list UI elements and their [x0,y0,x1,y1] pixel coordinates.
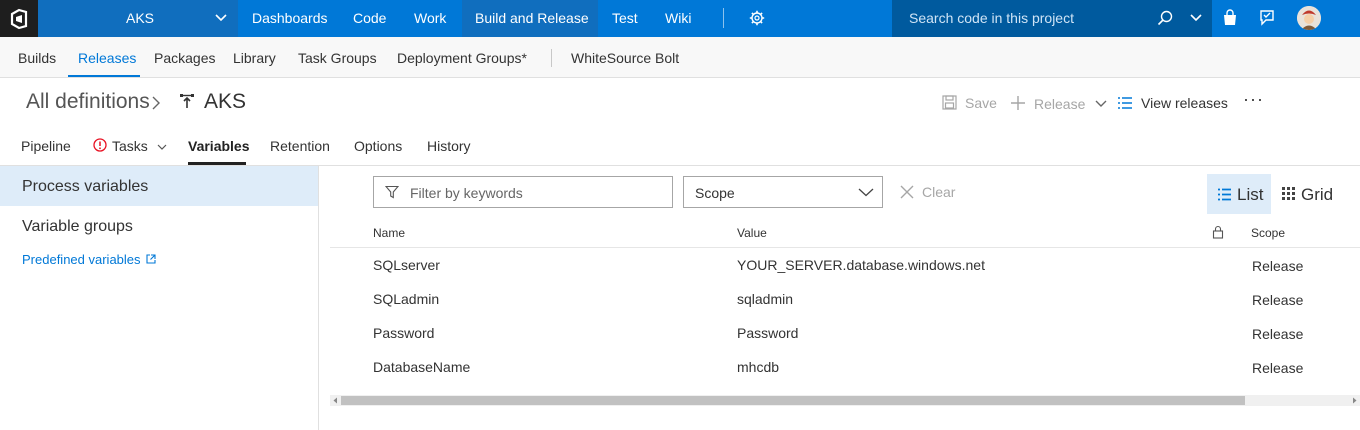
variable-groups-item[interactable]: Variable groups [22,218,133,236]
scroll-right-arrow-icon[interactable] [1350,396,1359,405]
project-selector[interactable]: AKS [38,0,238,37]
hub-build-and-release[interactable]: Build and Release [475,10,589,26]
plus-icon [1011,96,1025,110]
list-view-icon [1217,188,1232,201]
scope-dropdown[interactable]: Scope [683,176,883,208]
tab-tasks-label: Tasks [112,138,148,154]
process-variables-item[interactable]: Process variables [22,178,148,196]
variable-scope[interactable]: Release [1252,292,1303,308]
subnav-builds[interactable]: Builds [18,50,56,66]
subnav-packages[interactable]: Packages [154,50,215,66]
variable-scope[interactable]: Release [1252,360,1303,376]
tab-options[interactable]: Options [354,138,402,154]
variable-name[interactable]: SQLserver [373,257,440,273]
nav-divider [723,8,724,28]
tab-variables[interactable]: Variables [188,138,250,154]
release-button[interactable]: Release [1010,95,1107,112]
save-button[interactable]: Save [942,95,997,111]
error-icon [93,138,107,152]
tab-history[interactable]: History [427,138,471,154]
page-title: AKS [204,90,247,113]
subnav-library[interactable]: Library [233,50,276,66]
filter-input[interactable] [410,183,660,203]
chevron-down-icon [157,144,167,150]
avatar[interactable] [1297,6,1321,30]
variable-name[interactable]: Password [373,325,434,341]
feedback-icon[interactable] [1258,9,1276,27]
variable-name[interactable]: SQLadmin [373,291,439,307]
release-label: Release [1034,96,1086,112]
subnav-task-groups[interactable]: Task Groups [298,50,377,66]
list-view-button[interactable]: List [1207,174,1271,214]
subnav-deployment-groups[interactable]: Deployment Groups* [397,50,527,66]
save-label: Save [965,95,997,111]
hub-work[interactable]: Work [414,10,446,26]
grid-view-icon [1282,187,1295,200]
clear-filter-button[interactable]: Clear [900,184,955,200]
search-icon[interactable] [1157,10,1173,26]
variable-scope[interactable]: Release [1252,326,1303,342]
predefined-variables-label: Predefined variables [22,252,141,267]
tab-tasks[interactable]: Tasks [93,138,167,154]
hub-code[interactable]: Code [353,10,386,26]
column-header-name: Name [373,226,406,240]
variable-value[interactable]: YOUR_SERVER.database.windows.net [737,257,985,273]
save-icon [942,95,957,110]
shopping-bag-icon[interactable] [1222,9,1238,27]
scope-dropdown-label: Scope [695,185,735,201]
clear-label: Clear [922,184,956,200]
list-view-label: List [1237,185,1264,204]
lock-icon [1212,225,1224,239]
subnav-divider [551,49,552,67]
hub-test[interactable]: Test [612,10,638,26]
view-releases-label: View releases [1141,95,1228,111]
subnav-releases[interactable]: Releases [78,50,136,66]
hub-dashboards[interactable]: Dashboards [252,10,328,26]
chevron-down-icon[interactable] [1189,12,1203,24]
view-releases-button[interactable]: View releases [1117,95,1228,111]
chevron-down-icon [858,187,874,197]
grid-view-label: Grid [1301,185,1334,204]
grid-view-button[interactable]: Grid [1282,185,1333,205]
hub-wiki[interactable]: Wiki [665,10,691,26]
scroll-left-arrow-icon[interactable] [331,396,340,405]
tab-pipeline[interactable]: Pipeline [21,138,71,154]
chevron-right-icon [151,96,161,110]
sub-navigation-bar: Builds Releases Packages Library Task Gr… [0,37,1360,78]
more-actions-icon[interactable]: ··· [1243,89,1264,110]
variable-scope[interactable]: Release [1252,258,1303,274]
release-definition-icon [179,93,195,109]
gear-icon[interactable] [749,10,765,26]
search-input[interactable]: Search code in this project [909,10,1074,26]
variable-value[interactable]: Password [737,325,798,341]
chevron-down-icon [214,11,228,25]
chevron-down-icon [1095,100,1107,107]
scrollbar-thumb[interactable] [341,396,1245,405]
subnav-whitesource-bolt[interactable]: WhiteSource Bolt [571,50,679,66]
filter-box[interactable] [373,176,673,208]
top-navigation-bar: AKS Dashboards Code Work Build and Relea… [0,0,1360,37]
table-header-divider [330,247,1360,248]
variables-left-panel: Process variables Variable groups Predef… [0,166,319,430]
list-icon [1118,97,1132,109]
filter-icon [385,185,399,199]
predefined-variables-link[interactable]: Predefined variables [22,252,156,267]
active-subnav-indicator [68,75,140,77]
tab-retention[interactable]: Retention [270,138,330,154]
column-header-scope: Scope [1251,226,1286,240]
close-icon [900,185,914,199]
variable-value[interactable]: sqladmin [737,291,793,307]
vsts-logo-icon[interactable] [0,0,38,37]
column-header-value: Value [737,226,767,240]
breadcrumb-all-definitions[interactable]: All definitions [26,90,150,114]
variable-value[interactable]: mhcdb [737,359,779,375]
external-link-icon [146,254,156,264]
variable-name[interactable]: DatabaseName [373,359,470,375]
horizontal-scrollbar[interactable] [330,395,1360,406]
project-name: AKS [126,10,155,26]
